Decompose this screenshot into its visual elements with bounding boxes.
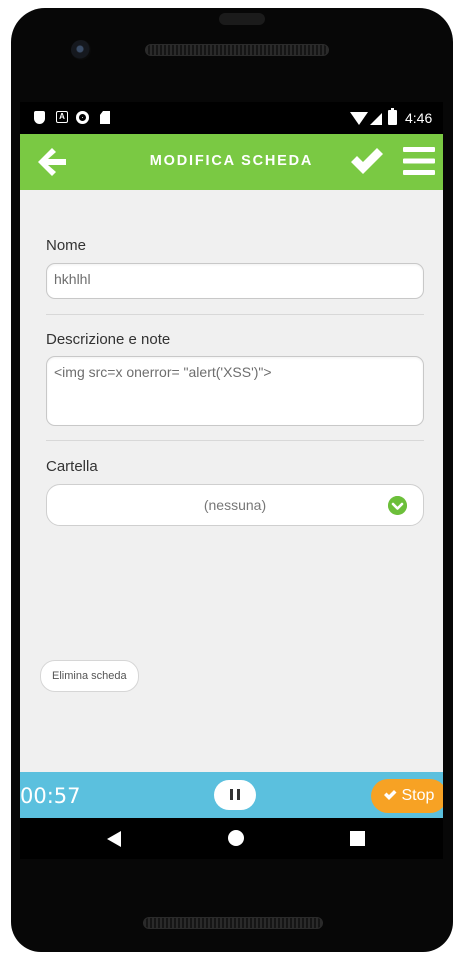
elapsed-timer: 00:57 [20,784,81,808]
folder-selected-value: (nessuna) [203,497,267,513]
nav-recents-icon[interactable] [350,831,365,846]
bottom-speaker [143,917,323,929]
screen: A 4:46 MODIFICA SCHEDA Nome hkhlhl Descr… [20,102,443,859]
front-camera [71,40,91,60]
folder-label: Cartella [46,458,98,475]
menu-icon[interactable] [403,146,435,176]
battery-icon [388,108,397,125]
earpiece-speaker [145,44,329,56]
top-notch [219,13,265,25]
save-check-icon[interactable] [348,145,384,177]
a-notification-icon: A [56,111,68,123]
shield-icon [34,111,45,124]
check-icon [384,790,397,800]
folder-select[interactable]: (nessuna) [46,484,424,526]
pause-icon [230,789,233,800]
divider [46,314,424,315]
sd-card-icon [100,111,110,124]
name-input[interactable]: hkhlhl [46,263,424,299]
nav-home-icon[interactable] [228,830,244,846]
nav-back-icon[interactable] [107,831,121,847]
divider [46,440,424,441]
app-bar: MODIFICA SCHEDA [20,134,443,190]
pause-icon [237,789,240,800]
signal-icon [370,113,382,125]
stop-button[interactable]: Stop [371,779,443,813]
status-bar: A 4:46 [20,102,443,134]
form-content: Nome hkhlhl Descrizione e note <img src=… [20,190,443,772]
timer-bar: 00:57 Stop [20,772,443,818]
wifi-icon [350,112,368,125]
description-textarea[interactable]: <img src=x onerror= "alert('XSS')"> [46,356,424,426]
delete-card-button[interactable]: Elimina scheda [40,660,139,692]
pause-button[interactable] [214,780,256,810]
chevron-down-icon [388,496,407,515]
android-nav-bar [20,818,443,859]
phone-frame: A 4:46 MODIFICA SCHEDA Nome hkhlhl Descr… [11,8,453,952]
name-label: Nome [46,237,87,254]
status-time: 4:46 [405,110,433,126]
circle-notification-icon [76,111,89,124]
stop-label: Stop [401,787,435,804]
description-label: Descrizione e note [46,331,171,348]
